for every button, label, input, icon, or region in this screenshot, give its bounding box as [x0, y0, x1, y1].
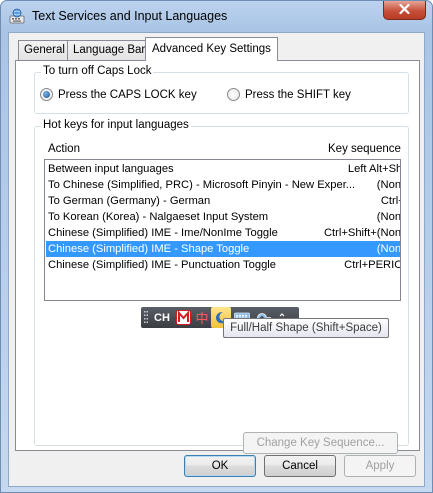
tooltip: Full/Half Shape (Shift+Space): [223, 318, 389, 338]
keyboard-globe-icon: [9, 8, 25, 24]
column-header-key-sequence: Key sequence: [328, 143, 401, 155]
list-item-action: Between input languages: [48, 163, 174, 175]
tab-advanced-key-settings[interactable]: Advanced Key Settings: [145, 37, 278, 61]
grip-handle-icon[interactable]: [141, 307, 151, 328]
list-item-action: Chinese (Simplified) IME - Punctuation T…: [48, 259, 277, 271]
ime-m-logo-icon[interactable]: [173, 307, 193, 328]
radio-button-unchecked[interactable]: [227, 88, 240, 101]
list-item-action: To German (Germany) - German: [48, 195, 211, 207]
chinese-mode-char[interactable]: 中: [193, 307, 211, 328]
list-item-sequence: Ctrl+Shift+(None): [323, 227, 401, 239]
radio-caps-lock-key[interactable]: Press the CAPS LOCK key: [40, 88, 197, 101]
list-item-action: To Korean (Korea) - Nalgaeset Input Syst…: [48, 211, 269, 223]
list-item-sequence: Ctrl+3: [380, 195, 400, 207]
list-item-sequence: (None): [376, 243, 401, 255]
list-item[interactable]: Between input languages Left Alt+Shift: [46, 161, 401, 177]
close-button[interactable]: [383, 1, 426, 20]
list-item-action: Chinese (Simplified) IME - Shape Toggle: [48, 243, 250, 255]
list-item-sequence: (None): [376, 179, 401, 191]
tab-language-bar[interactable]: Language Bar: [67, 40, 152, 60]
tab-general[interactable]: General: [18, 40, 71, 60]
change-key-sequence-button[interactable]: Change Key Sequence...: [243, 432, 398, 454]
close-icon: [399, 3, 410, 17]
dialog-window: Text Services and Input Languages Genera…: [0, 0, 433, 493]
list-item-sequence: Ctrl+PERIOD: [344, 259, 400, 271]
advanced-key-settings-panel: To turn off Caps Lock Press the CAPS LOC…: [15, 60, 420, 454]
radio-shift-key[interactable]: Press the SHIFT key: [227, 88, 351, 101]
ok-button[interactable]: OK: [184, 455, 256, 477]
window-title: Text Services and Input Languages: [32, 9, 228, 23]
language-code[interactable]: CH: [151, 307, 173, 328]
list-item[interactable]: To German (Germany) - German Ctrl+3: [46, 193, 400, 209]
apply-button[interactable]: Apply: [344, 455, 416, 477]
caps-lock-group: To turn off Caps Lock Press the CAPS LOC…: [34, 65, 409, 114]
hotkeys-listbox[interactable]: Between input languages Left Alt+Shift T…: [44, 159, 401, 301]
hotkeys-group-label: Hot keys for input languages: [41, 119, 191, 131]
radio-caps-lock-label: Press the CAPS LOCK key: [58, 88, 197, 101]
list-item[interactable]: Chinese (Simplified) IME - Ime/NonIme To…: [46, 225, 401, 241]
radio-button-checked[interactable]: [40, 88, 53, 101]
dialog-client-area: General Language Bar Advanced Key Settin…: [8, 32, 425, 487]
list-item-action: To Chinese (Simplified, PRC) - Microsoft…: [48, 179, 356, 191]
column-header-action: Action: [48, 143, 80, 155]
list-item[interactable]: Chinese (Simplified) IME - Punctuation T…: [46, 257, 400, 273]
list-item[interactable]: To Korean (Korea) - Nalgaeset Input Syst…: [46, 209, 401, 225]
list-item[interactable]: To Chinese (Simplified, PRC) - Microsoft…: [46, 177, 401, 193]
list-item-sequence: Left Alt+Shift: [347, 163, 401, 175]
list-item-selected[interactable]: Chinese (Simplified) IME - Shape Toggle …: [46, 241, 401, 257]
list-item-action: Chinese (Simplified) IME - Ime/NonIme To…: [48, 227, 278, 239]
radio-shift-label: Press the SHIFT key: [245, 88, 351, 101]
cancel-button[interactable]: Cancel: [264, 455, 336, 477]
title-bar[interactable]: Text Services and Input Languages: [1, 1, 432, 31]
caps-lock-group-label: To turn off Caps Lock: [41, 65, 154, 77]
list-item-sequence: (None): [376, 211, 401, 223]
